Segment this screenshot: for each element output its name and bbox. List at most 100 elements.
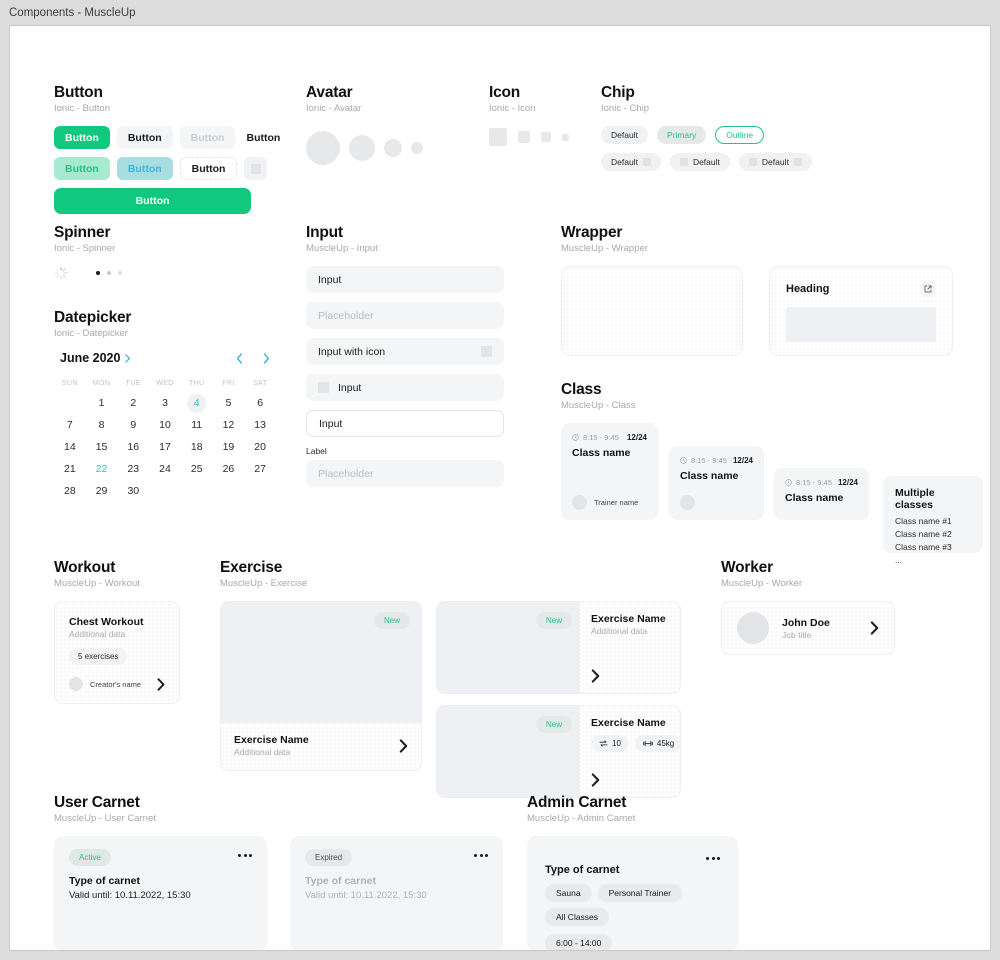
button-icon-only[interactable] bbox=[244, 157, 268, 180]
user-carnet-card-active[interactable]: Active Type of carnet Valid until: 10.11… bbox=[54, 836, 267, 950]
external-link-icon[interactable] bbox=[920, 281, 936, 297]
chevron-right-icon[interactable] bbox=[591, 669, 669, 683]
month-label: June 2020 bbox=[60, 351, 121, 365]
chip-primary[interactable]: Primary bbox=[656, 126, 707, 144]
exercise-subtitle: Additional data bbox=[591, 626, 648, 636]
calendar-day-header: THU bbox=[188, 380, 205, 387]
calendar-day-26[interactable]: 26 bbox=[213, 458, 245, 480]
chevron-right-icon bbox=[125, 353, 131, 363]
next-month-icon[interactable] bbox=[263, 352, 270, 364]
button-full-width[interactable]: Button bbox=[54, 188, 251, 214]
section-subtitle: MuscleUp - User Carnet bbox=[54, 813, 156, 824]
calendar-day-25[interactable]: 25 bbox=[181, 458, 213, 480]
button-teal-soft-alt[interactable]: Button bbox=[116, 157, 173, 180]
more-options-icon[interactable] bbox=[474, 849, 488, 857]
calendar-day-19[interactable]: 19 bbox=[213, 436, 245, 458]
calendar-day-17[interactable]: 17 bbox=[149, 436, 181, 458]
button-solid[interactable]: Button bbox=[54, 126, 110, 149]
placeholder-icon-size-3 bbox=[541, 132, 551, 142]
calendar-day-18[interactable]: 18 bbox=[181, 436, 213, 458]
new-badge: New bbox=[535, 716, 572, 733]
prev-month-icon[interactable] bbox=[236, 352, 243, 364]
calendar-day-29[interactable]: 29 bbox=[86, 480, 118, 502]
input-labeled[interactable]: Placeholder bbox=[306, 460, 504, 487]
button-teal-soft[interactable]: Button bbox=[54, 157, 110, 180]
chip-leading-icon[interactable]: Default bbox=[669, 153, 730, 171]
calendar-day-header: TUE bbox=[125, 380, 141, 387]
calendar-day-4[interactable]: 4 bbox=[181, 392, 213, 414]
exercise-card-large[interactable]: New Exercise Name Additional data bbox=[220, 601, 422, 771]
input-with-leading-icon[interactable]: Input bbox=[306, 374, 504, 401]
calendar-day-16[interactable]: 16 bbox=[117, 436, 149, 458]
chip-both-icons[interactable]: Default bbox=[738, 153, 812, 171]
calendar-day-22[interactable]: 22 bbox=[86, 458, 118, 480]
avatar bbox=[737, 612, 769, 644]
chip-trailing-icon[interactable]: Default bbox=[601, 153, 661, 171]
chip-default[interactable]: Default bbox=[601, 126, 648, 144]
more-options-icon[interactable] bbox=[706, 852, 720, 860]
calendar-day-23[interactable]: 23 bbox=[117, 458, 149, 480]
calendar-day-27[interactable]: 27 bbox=[244, 458, 276, 480]
section-workout: Workout MuscleUp - Workout Chest Workout… bbox=[54, 559, 214, 704]
class-card-multiple[interactable]: Multiple classes Class name #1 Class nam… bbox=[883, 476, 983, 565]
input-placeholder[interactable]: Placeholder bbox=[306, 302, 504, 329]
calendar-day-3[interactable]: 3 bbox=[149, 392, 181, 414]
button-outline[interactable]: Button bbox=[179, 157, 238, 180]
calendar-day-7[interactable]: 7 bbox=[54, 414, 86, 436]
chevron-right-icon[interactable] bbox=[591, 773, 680, 787]
admin-carnet-card[interactable]: Type of carnet Sauna Personal Trainer Al… bbox=[527, 836, 738, 950]
chip-label: Default bbox=[611, 157, 638, 167]
calendar-day-13[interactable]: 13 bbox=[244, 414, 276, 436]
user-carnet-card-expired[interactable]: Expired Type of carnet Valid until: 10.1… bbox=[290, 836, 503, 950]
calendar-day-28[interactable]: 28 bbox=[54, 480, 86, 502]
exercise-reps-value: 10 bbox=[612, 739, 621, 748]
calendar-day-14[interactable]: 14 bbox=[54, 436, 86, 458]
exercise-card-wide[interactable]: New Exercise Name Additional data bbox=[436, 601, 681, 694]
section-subtitle: Ionic - Spinner bbox=[54, 243, 116, 254]
chevron-right-icon[interactable] bbox=[399, 738, 408, 753]
exercise-card-wide[interactable]: New Exercise Name 10 45kg bbox=[436, 705, 681, 798]
section-subtitle: MuscleUp - Class bbox=[561, 400, 636, 411]
canvas-outer: Button Ionic - Button Button Button Butt… bbox=[0, 25, 1000, 960]
class-time: 8:15 - 9:45 bbox=[572, 433, 619, 442]
class-card[interactable]: 8:15 - 9:45 12/24 Class name bbox=[669, 446, 764, 520]
input-with-trailing-icon[interactable]: Input with icon bbox=[306, 338, 504, 365]
calendar-day-5[interactable]: 5 bbox=[213, 392, 245, 414]
class-card[interactable]: 8:15 - 9:45 12/24 Class name bbox=[774, 468, 869, 520]
worker-card[interactable]: John Doe Job title bbox=[721, 601, 895, 655]
carnet-tag: Sauna bbox=[545, 884, 592, 902]
status-badge: Active bbox=[69, 849, 111, 866]
calendar-day-1[interactable]: 1 bbox=[86, 392, 118, 414]
input-bordered[interactable]: Input bbox=[306, 410, 504, 437]
calendar-day-30[interactable]: 30 bbox=[117, 480, 149, 502]
month-selector[interactable]: June 2020 bbox=[60, 351, 131, 365]
calendar-day-24[interactable]: 24 bbox=[149, 458, 181, 480]
chevron-right-icon[interactable] bbox=[870, 621, 879, 635]
calendar-day-15[interactable]: 15 bbox=[86, 436, 118, 458]
more-options-icon[interactable] bbox=[238, 849, 252, 857]
calendar-day-2[interactable]: 2 bbox=[117, 392, 149, 414]
class-card[interactable]: 8:15 - 9:45 12/24 Class name Trainer nam… bbox=[561, 423, 658, 520]
calendar-day-8[interactable]: 8 bbox=[86, 414, 118, 436]
exercise-wide-stack: New Exercise Name Additional data New Ex… bbox=[436, 601, 681, 798]
calendar-day-11[interactable]: 11 bbox=[181, 414, 213, 436]
calendar-day-12[interactable]: 12 bbox=[213, 414, 245, 436]
chevron-right-icon[interactable] bbox=[157, 677, 165, 691]
class-time-label: 8:15 - 9:45 bbox=[583, 433, 619, 442]
chip-label: Default bbox=[692, 157, 720, 167]
calendar-day-6[interactable]: 6 bbox=[244, 392, 276, 414]
calendar-day-10[interactable]: 10 bbox=[149, 414, 181, 436]
calendar-day-21[interactable]: 21 bbox=[54, 458, 86, 480]
workout-card[interactable]: Chest Workout Additional data 5 exercise… bbox=[54, 601, 180, 704]
chip-outline[interactable]: Outline bbox=[715, 126, 765, 144]
carnet-header: Expired bbox=[305, 849, 488, 866]
dumbbell-icon bbox=[643, 739, 653, 748]
button-disabled[interactable]: Button bbox=[179, 126, 236, 149]
calendar-day-9[interactable]: 9 bbox=[117, 414, 149, 436]
input-filled[interactable]: Input bbox=[306, 266, 504, 293]
calendar-day-20[interactable]: 20 bbox=[244, 436, 276, 458]
placeholder-icon[interactable] bbox=[481, 346, 492, 357]
clock-icon bbox=[785, 479, 792, 486]
button-light[interactable]: Button bbox=[116, 126, 173, 149]
button-plain[interactable]: Button bbox=[242, 126, 284, 149]
